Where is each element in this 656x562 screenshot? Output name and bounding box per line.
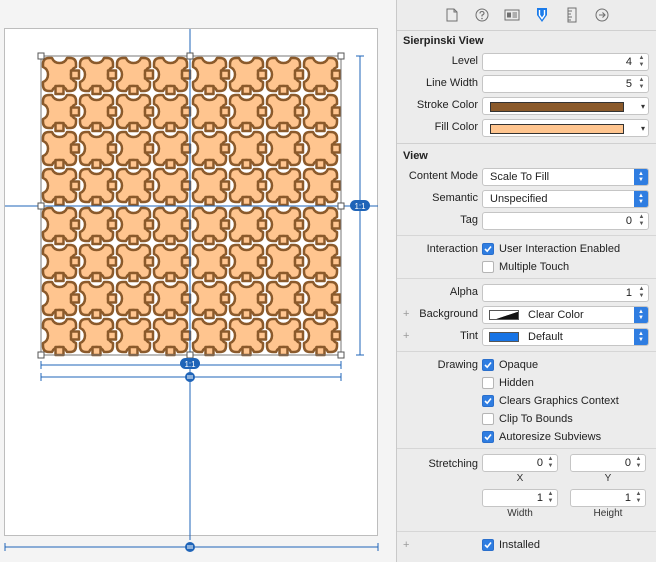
line-width-value: 5 — [625, 78, 632, 90]
level-stepper-icon[interactable]: ▲ ▼ — [637, 55, 646, 69]
hidden-label: Hidden — [499, 377, 534, 389]
clear-color-chip — [489, 310, 519, 320]
canvas-overlay: 1:1 1:1 — [4, 29, 379, 552]
clears-graphics-context-label: Clears Graphics Context — [499, 395, 619, 407]
hidden-checkbox[interactable] — [482, 377, 494, 389]
stretch-x-field[interactable]: 0 ▲ ▼ — [482, 454, 558, 472]
inspector-tab-bar — [397, 0, 656, 31]
popup-arrows-icon: ▲ ▼ — [634, 329, 648, 345]
connections-icon[interactable] — [594, 7, 610, 23]
tag-stepper-icon[interactable]: ▲ ▼ — [637, 214, 646, 228]
stretch-height-field[interactable]: 1 ▲ ▼ — [570, 489, 646, 507]
chevron-down-icon: ▾ — [640, 124, 645, 133]
stretch-x-value: 0 — [536, 457, 543, 469]
tag-label: Tag — [460, 214, 478, 226]
add-tint-variation-icon[interactable]: + — [403, 330, 409, 342]
opaque-label: Opaque — [499, 359, 539, 371]
alpha-label: Alpha — [449, 286, 478, 298]
sierpinski-section-title: Sierpinski View — [403, 35, 484, 47]
alpha-value: 1 — [625, 287, 632, 299]
fill-color-label: Fill Color — [434, 121, 478, 133]
clip-to-bounds-label: Clip To Bounds — [499, 413, 573, 425]
file-icon[interactable] — [444, 7, 460, 23]
content-mode-value: Scale To Fill — [490, 171, 550, 183]
autoresize-subviews-label: Autoresize Subviews — [499, 431, 602, 443]
multiple-touch-checkbox[interactable] — [482, 261, 494, 273]
alpha-stepper-icon[interactable]: ▲ ▼ — [637, 286, 646, 300]
line-width-label: Line Width — [426, 77, 478, 89]
stroke-color-label: Stroke Color — [416, 99, 478, 111]
semantic-label: Semantic — [432, 192, 478, 204]
add-background-variation-icon[interactable]: + — [403, 308, 409, 320]
popup-arrows-icon: ▲ ▼ — [634, 191, 648, 207]
stretch-y-stepper-icon[interactable]: ▲ ▼ — [634, 456, 643, 470]
content-mode-select[interactable]: Scale To Fill ▲ ▼ — [482, 168, 649, 186]
stretch-width-stepper-icon[interactable]: ▲ ▼ — [546, 491, 555, 505]
view-section-title: View — [403, 150, 428, 162]
installed-label: Installed — [499, 539, 540, 551]
level-value: 4 — [625, 56, 632, 68]
stretch-y-value: 0 — [624, 457, 631, 469]
popup-arrows-icon: ▲ ▼ — [634, 169, 648, 185]
popup-arrows-icon: ▲ ▼ — [634, 307, 648, 323]
stretch-height-value: 1 — [624, 492, 631, 504]
storyboard-canvas[interactable]: 1:1 1:1 — [0, 0, 396, 562]
opaque-checkbox[interactable] — [482, 359, 494, 371]
view-section: View Content Mode Scale To Fill ▲ ▼ Seman… — [397, 144, 656, 561]
stretch-y-field[interactable]: 0 ▲ ▼ — [570, 454, 646, 472]
chevron-down-icon: ▾ — [640, 102, 645, 111]
fill-color-well[interactable]: ▾ — [482, 119, 649, 137]
drawing-label: Drawing — [437, 359, 478, 371]
background-label: Background — [419, 308, 478, 320]
help-icon[interactable] — [474, 7, 490, 23]
multiple-touch-label: Multiple Touch — [499, 261, 570, 273]
alpha-stepper-field[interactable]: 1 ▲ ▼ — [482, 284, 649, 302]
stretch-width-field[interactable]: 1 ▲ ▼ — [482, 489, 558, 507]
tag-stepper-field[interactable]: 0 ▲ ▼ — [482, 212, 649, 230]
stretching-group: Stretching 0 ▲ ▼ 0 ▲ ▼ X Y 1 ▲ ▼ 1 ▲ ▼ Width… — [397, 452, 656, 528]
user-interaction-label: User Interaction Enabled — [499, 243, 621, 255]
semantic-select[interactable]: Unspecified ▲ ▼ — [482, 190, 649, 208]
ratio-label-horizontal: 1:1 — [184, 360, 196, 369]
installed-checkbox[interactable] — [482, 539, 494, 551]
line-width-stepper-field[interactable]: 5 ▲ ▼ — [482, 75, 649, 93]
ratio-label-vertical: 1:1 — [354, 202, 366, 211]
interaction-label: Interaction — [426, 243, 478, 255]
stroke-color-well[interactable]: ▾ — [482, 97, 649, 115]
attributes-inspector: Sierpinski View Level 4 ▲ ▼ Line Width 5 … — [396, 0, 656, 562]
tint-value: Default — [528, 331, 563, 343]
level-stepper-field[interactable]: 4 ▲ ▼ — [482, 53, 649, 71]
stretch-width-value: 1 — [536, 492, 543, 504]
clears-graphics-context-checkbox[interactable] — [482, 395, 494, 407]
canvas-equal-constraint-icon[interactable] — [185, 542, 195, 552]
stretch-height-stepper-icon[interactable]: ▲ ▼ — [634, 491, 643, 505]
clip-to-bounds-checkbox[interactable] — [482, 413, 494, 425]
fill-color-swatch — [490, 124, 624, 134]
attributes-icon[interactable] — [534, 7, 550, 23]
equal-width-constraint-icon[interactable] — [185, 372, 195, 382]
stroke-color-swatch — [490, 102, 624, 112]
tag-value: 0 — [625, 215, 632, 227]
stretch-x-label: X — [516, 473, 524, 484]
line-width-stepper-icon[interactable]: ▲ ▼ — [637, 77, 646, 91]
background-color-select[interactable]: Clear Color ▲ ▼ — [482, 306, 649, 324]
tint-color-select[interactable]: Default ▲ ▼ — [482, 328, 649, 346]
stretch-x-stepper-icon[interactable]: ▲ ▼ — [546, 456, 555, 470]
level-label: Level — [451, 55, 478, 67]
identity-icon[interactable] — [504, 7, 520, 23]
stretch-height-label: Height — [593, 508, 623, 519]
size-icon[interactable] — [564, 7, 580, 23]
content-mode-label: Content Mode — [408, 170, 478, 182]
stretch-width-label: Width — [507, 508, 533, 519]
add-installed-variation-icon[interactable]: + — [403, 539, 409, 551]
autoresize-subviews-checkbox[interactable] — [482, 431, 494, 443]
stretching-label: Stretching — [428, 458, 478, 470]
user-interaction-checkbox[interactable] — [482, 243, 494, 255]
stretch-y-label: Y — [604, 473, 612, 484]
tint-label: Tint — [460, 330, 478, 342]
background-value: Clear Color — [528, 309, 584, 321]
semantic-value: Unspecified — [490, 193, 548, 205]
sierpinski-view-section: Sierpinski View Level 4 ▲ ▼ Line Width 5 … — [397, 31, 656, 144]
tint-color-chip — [489, 332, 519, 342]
